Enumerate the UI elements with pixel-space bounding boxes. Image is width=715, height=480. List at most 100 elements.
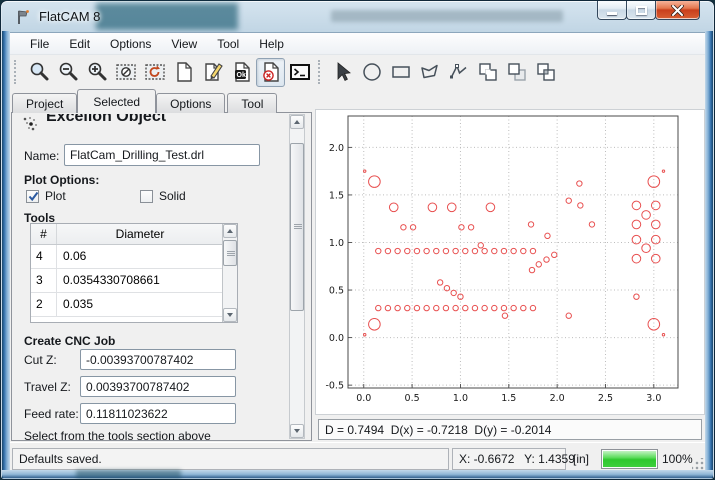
tools-table[interactable]: # Diameter 40.0630.035433070866120.035	[30, 223, 238, 323]
edit-button[interactable]	[198, 58, 227, 87]
units-label: [in]	[573, 452, 589, 466]
svg-text:0.5: 0.5	[405, 393, 420, 404]
toolbar-grip[interactable]	[318, 60, 322, 84]
zoom-fit-button[interactable]	[24, 58, 53, 87]
scrollbar-thumb[interactable]	[290, 143, 304, 311]
svg-text:1.5: 1.5	[329, 190, 344, 201]
tool-number-cell: 4	[31, 245, 57, 268]
select-button[interactable]	[328, 58, 357, 87]
thumb-grip	[227, 251, 235, 252]
tab-selected[interactable]: Selected	[77, 89, 156, 113]
svg-text:2.5: 2.5	[598, 393, 613, 404]
name-input[interactable]	[64, 144, 260, 166]
zoom-fit-icon	[28, 61, 50, 83]
tab-options[interactable]: Options	[156, 93, 225, 113]
col-number-header: #	[31, 224, 57, 244]
zoom-out-icon	[57, 61, 79, 83]
replot-button[interactable]	[140, 58, 169, 87]
travel-z-input[interactable]	[80, 376, 236, 397]
geo-union-button[interactable]	[473, 58, 502, 87]
plot-options-label: Plot Options:	[24, 173, 99, 187]
ok-button[interactable]: Ok	[227, 58, 256, 87]
zoom-in-button[interactable]	[82, 58, 111, 87]
minimize-button[interactable]	[597, 1, 627, 20]
checkbox-label: Plot	[45, 189, 66, 203]
cut-z-input[interactable]	[80, 349, 236, 370]
menu-file[interactable]: File	[20, 34, 59, 54]
title-bar[interactable]: FlatCAM 8	[1, 1, 714, 32]
zoom-out-button[interactable]	[53, 58, 82, 87]
panel-header: Excellon Object	[18, 114, 283, 134]
triangle-down-icon	[227, 313, 233, 317]
menu-help[interactable]: Help	[249, 34, 294, 54]
terminal-button[interactable]	[285, 58, 314, 87]
draw-circle-icon	[361, 61, 383, 83]
window-border-left	[2, 31, 10, 478]
feed-rate-input[interactable]	[80, 403, 236, 424]
cnc-job-title: Create CNC Job	[24, 334, 115, 348]
table-row[interactable]: 20.035	[31, 293, 237, 317]
replot-icon	[144, 61, 166, 83]
clear-plot-button[interactable]	[111, 58, 140, 87]
new-file-button[interactable]	[169, 58, 198, 87]
scroll-up-button[interactable]	[290, 115, 304, 129]
status-bar: Defaults saved. X: -0.6672 Y: 1.4359 [in…	[10, 442, 707, 473]
menu-edit[interactable]: Edit	[59, 34, 100, 54]
ok-icon: Ok	[231, 61, 253, 83]
terminal-icon	[289, 61, 311, 83]
new-file-icon	[173, 61, 195, 83]
toolbar-grip[interactable]	[14, 60, 18, 84]
scroll-up-button[interactable]	[223, 224, 237, 238]
triangle-up-icon	[227, 229, 233, 233]
tab-project[interactable]: Project	[12, 93, 77, 113]
maximize-button[interactable]	[626, 1, 656, 20]
delete-button[interactable]	[256, 58, 285, 87]
tool-number-cell: 2	[31, 293, 57, 316]
geo-intersect-button[interactable]	[531, 58, 560, 87]
table-row[interactable]: 30.0354330708661	[31, 269, 237, 293]
svg-text:3.0: 3.0	[646, 393, 661, 404]
draw-polyline-button[interactable]	[444, 58, 473, 87]
svg-text:1.0: 1.0	[329, 238, 344, 249]
resize-grip[interactable]	[692, 458, 704, 470]
draw-rectangle-button[interactable]	[386, 58, 415, 87]
close-button[interactable]	[655, 1, 700, 20]
panel-title: Excellon Object	[46, 114, 166, 126]
geo-intersect-icon	[535, 61, 557, 83]
menu-tool[interactable]: Tool	[207, 34, 249, 54]
scroll-down-button[interactable]	[223, 308, 237, 322]
maximize-icon	[636, 6, 647, 15]
menu-view[interactable]: View	[161, 34, 207, 54]
plot-checkbox[interactable]: Plot	[26, 189, 140, 203]
tools-table-body: 40.0630.035433070866120.035	[31, 245, 237, 317]
scrollbar-thumb[interactable]	[223, 240, 237, 266]
triangle-down-icon	[294, 429, 300, 433]
window-title: FlatCAM 8	[39, 9, 100, 24]
background-bleed	[76, 470, 181, 478]
svg-text:1.0: 1.0	[453, 393, 468, 404]
cursor-coordinates: X: -0.6672 Y: 1.4359	[452, 448, 566, 470]
svg-text:1.5: 1.5	[501, 393, 516, 404]
geo-subtract-button[interactable]	[502, 58, 531, 87]
table-row[interactable]: 40.06	[31, 245, 237, 269]
svg-text:-0.5: -0.5	[325, 381, 344, 392]
toolbar-group	[314, 55, 560, 89]
solid-checkbox[interactable]: Solid	[140, 189, 254, 203]
panel-scrollbar[interactable]	[289, 114, 305, 439]
menu-options[interactable]: Options	[100, 34, 161, 54]
draw-polygon-button[interactable]	[415, 58, 444, 87]
tools-table-scrollbar[interactable]	[222, 224, 237, 322]
col-diameter-header: Diameter	[57, 224, 223, 244]
flatcam-logo-icon	[14, 8, 32, 26]
tab-tool[interactable]: Tool	[227, 93, 277, 113]
cut-z-label: Cut Z:	[24, 353, 57, 367]
plot-panel[interactable]: 0.00.51.01.52.02.53.0-0.50.00.51.01.52.0	[315, 109, 705, 415]
measurement-readout: D = 0.7494 D(x) = -0.7218 D(y) = -0.2014	[318, 419, 702, 440]
drill-plot[interactable]: 0.00.51.01.52.02.53.0-0.50.00.51.01.52.0	[316, 110, 704, 414]
selected-object-panel: Excellon Object Name: Plot Options: Plot…	[11, 112, 312, 441]
geo-union-icon	[477, 61, 499, 83]
tool-diameter-cell: 0.0354330708661	[57, 269, 223, 292]
close-icon	[671, 5, 684, 16]
draw-circle-button[interactable]	[357, 58, 386, 87]
scroll-down-button[interactable]	[290, 424, 304, 438]
